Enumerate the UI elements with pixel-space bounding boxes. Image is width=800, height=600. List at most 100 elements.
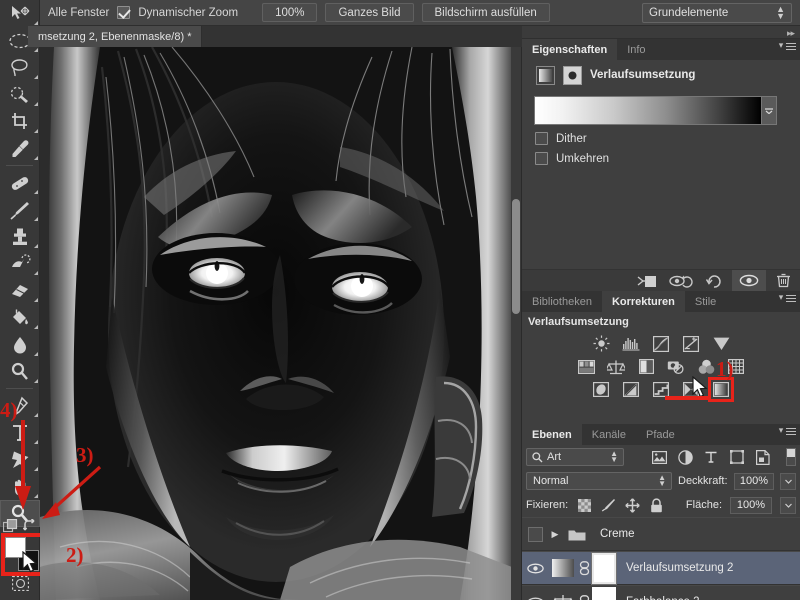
fill-screen-button[interactable]: Bildschirm ausfüllen [422, 3, 550, 22]
umkehren-checkbox[interactable] [535, 152, 548, 165]
layer-mask-thumbnail-icon[interactable] [563, 66, 582, 85]
workspace-switcher[interactable]: Grundelemente ▲▼ [642, 3, 792, 23]
paint-bucket-tool[interactable] [0, 304, 40, 331]
filter-shape-layers-icon[interactable] [724, 447, 750, 467]
zoom-100-button[interactable]: 100% [262, 3, 317, 22]
color-balance-layer-thumbnail[interactable] [550, 589, 576, 600]
link-mask-icon[interactable] [576, 595, 592, 600]
tab-eigenschaften[interactable]: Eigenschaften [522, 39, 617, 60]
filter-pixel-layers-icon[interactable] [646, 447, 672, 467]
tab-pfade[interactable]: Pfade [636, 424, 685, 445]
document-tab[interactable]: msetzung 2, Ebenenmaske/8) * [28, 26, 202, 47]
hand-tool[interactable] [0, 473, 40, 500]
tab-ebenen[interactable]: Ebenen [522, 424, 582, 445]
layer-visibility-toggle[interactable] [522, 563, 548, 574]
exposure-icon[interactable] [681, 334, 701, 353]
lock-image-pixels-icon[interactable] [600, 497, 616, 513]
lock-position-icon[interactable] [624, 497, 640, 513]
edit-in-quick-mask-icon[interactable] [3, 519, 18, 533]
levels-icon[interactable] [621, 334, 641, 353]
annotation-2-label: 2) [66, 543, 84, 568]
filter-enable-toggle[interactable] [786, 448, 796, 466]
quick-mask-mode-button[interactable] [12, 576, 29, 591]
eraser-tool[interactable] [0, 277, 40, 304]
canvas-vertical-scrollbar[interactable] [512, 199, 520, 314]
dither-checkbox[interactable] [535, 132, 548, 145]
scrubby-zoom-checkbox[interactable] [117, 6, 130, 19]
black-and-white-icon[interactable] [636, 357, 656, 376]
panel-menu-icon[interactable]: ▾ [779, 295, 796, 304]
dock-collapse-bar[interactable]: ▸▸ [522, 26, 800, 39]
spot-healing-brush-tool[interactable] [0, 169, 40, 196]
layer-visibility-toggle[interactable] [522, 527, 548, 542]
gradient-map-adjustment-button[interactable] [711, 380, 731, 399]
annotation-3-label: 3) [76, 443, 94, 468]
opacity-value[interactable]: 100% [734, 473, 775, 490]
clip-to-layer-icon[interactable] [630, 270, 664, 292]
filter-adjustment-layers-icon[interactable] [672, 447, 698, 467]
panel-menu-icon[interactable]: ▾ [779, 428, 796, 437]
tab-bibliotheken[interactable]: Bibliotheken [522, 291, 602, 312]
fit-screen-button[interactable]: Ganzes Bild [325, 3, 413, 22]
collapse-to-icons-icon[interactable]: ▸▸ [787, 28, 794, 39]
history-brush-tool[interactable] [0, 250, 40, 277]
umkehren-row[interactable]: Umkehren [522, 145, 800, 165]
invert-icon[interactable] [591, 380, 611, 399]
dither-row[interactable]: Dither [522, 125, 800, 145]
color-balance-icon[interactable] [606, 357, 626, 376]
preview-previous-state-icon[interactable] [664, 270, 698, 292]
reset-icon[interactable] [698, 270, 732, 292]
clone-stamp-tool[interactable] [0, 223, 40, 250]
tab-stile[interactable]: Stile [685, 291, 726, 312]
quick-selection-tool[interactable] [0, 81, 40, 108]
gradient-map-layer-thumbnail[interactable] [550, 555, 576, 581]
panel-dock: ▸▸ Eigenschaften Info ▾ [522, 26, 800, 600]
layer-mask-thumbnail[interactable] [592, 553, 616, 584]
filter-type-layers-icon[interactable] [698, 447, 724, 467]
layer-visibility-toggle[interactable] [522, 597, 548, 600]
fill-value[interactable]: 100% [730, 497, 772, 514]
gradient-picker-row[interactable] [522, 90, 800, 125]
filter-smart-objects-icon[interactable] [750, 447, 776, 467]
table-row[interactable]: Verlaufsumsetzung 2 [522, 551, 800, 585]
tab-info[interactable]: Info [617, 39, 655, 60]
gradient-dropdown-button[interactable] [762, 96, 777, 125]
tab-korrekturen[interactable]: Korrekturen [602, 291, 685, 312]
fill-dropdown-icon[interactable] [780, 497, 796, 514]
layer-mask-thumbnail[interactable] [592, 587, 616, 600]
table-row[interactable]: ▶ Creme [522, 517, 800, 551]
lock-row: Fixieren: Fläche: 100% [522, 493, 800, 517]
crop-tool[interactable] [0, 108, 40, 135]
swap-colors-icon[interactable] [23, 519, 38, 533]
type-tool[interactable] [0, 419, 40, 446]
gradient-preview[interactable] [534, 96, 762, 125]
brush-tool[interactable] [0, 196, 40, 223]
chevron-right-icon[interactable]: ▶ [548, 529, 562, 540]
photo-filter-icon[interactable] [666, 357, 686, 376]
lock-transparency-icon[interactable] [576, 497, 592, 513]
lock-all-icon[interactable] [648, 497, 664, 513]
hue-saturation-icon[interactable] [576, 357, 596, 376]
lasso-tool[interactable] [0, 54, 40, 81]
canvas-area[interactable] [40, 47, 522, 600]
tab-kanaele[interactable]: Kanäle [582, 424, 636, 445]
eyedropper-tool[interactable] [0, 135, 40, 162]
opacity-dropdown-icon[interactable] [780, 473, 796, 490]
dodge-tool[interactable] [0, 358, 40, 385]
delete-adjustment-icon[interactable] [766, 270, 800, 292]
panel-menu-icon[interactable]: ▾ [779, 43, 796, 52]
blur-tool[interactable] [0, 331, 40, 358]
brightness-contrast-icon[interactable] [591, 334, 611, 353]
curves-icon[interactable] [651, 334, 671, 353]
table-row[interactable]: Farbbalance 2 [522, 585, 800, 600]
posterize-icon[interactable] [621, 380, 641, 399]
link-mask-icon[interactable] [576, 561, 592, 576]
toggle-layer-visibility-icon[interactable] [732, 270, 766, 292]
document-tab-title: msetzung 2, Ebenenmaske/8) * [38, 31, 191, 43]
channel-mixer-icon[interactable] [696, 357, 716, 376]
blend-mode-select[interactable]: Normal ▲▼ [526, 472, 672, 490]
move-tool[interactable] [0, 0, 40, 27]
path-selection-tool[interactable] [0, 446, 40, 473]
filter-type-select[interactable]: Art ▲▼ [526, 448, 624, 466]
vibrance-icon[interactable] [711, 334, 731, 353]
